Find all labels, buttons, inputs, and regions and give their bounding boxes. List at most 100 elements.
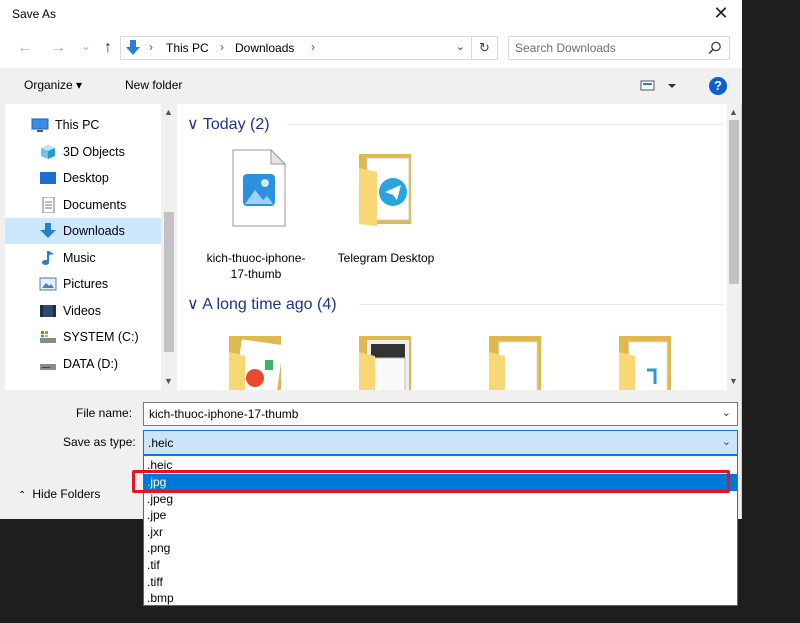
navigation-bar: ← → ⌄ ↑ › This PC › Downloads › ⌄ ↻ bbox=[0, 28, 742, 68]
type-option-jpe[interactable]: .jpe bbox=[144, 507, 737, 524]
sidebar-item-label: Videos bbox=[63, 304, 101, 318]
sidebar-item-label: Downloads bbox=[63, 224, 125, 238]
sidebar-item-3d-objects[interactable]: 3D Objects bbox=[5, 139, 161, 165]
telegram-folder-icon bbox=[359, 154, 411, 226]
save-as-dialog: Save As ✕ ← → ⌄ ↑ › This PC › Downloads … bbox=[0, 0, 742, 519]
group-header-today[interactable]: ∨ Today (2) bbox=[187, 114, 727, 134]
sidebar-item-data-drive[interactable]: DATA (D:) bbox=[5, 351, 161, 377]
cube-icon bbox=[41, 145, 55, 159]
system-drive-icon bbox=[40, 331, 56, 343]
file-list: ∨ Today (2) kich-thuoc-iphone-17-thumb T… bbox=[181, 104, 725, 390]
scroll-up-icon[interactable]: ▲ bbox=[729, 107, 738, 117]
address-bar[interactable]: › This PC › Downloads › ⌄ ↻ bbox=[120, 36, 498, 60]
file-name: kich-thuoc-iphone-17-thumb bbox=[206, 251, 306, 281]
sidebar-item-documents[interactable]: Documents bbox=[5, 192, 161, 218]
sidebar-item-label: Music bbox=[63, 251, 96, 265]
type-option-tif[interactable]: .tif bbox=[144, 557, 737, 574]
type-option-tiff[interactable]: .tiff bbox=[144, 574, 737, 591]
breadcrumb-downloads[interactable]: Downloads bbox=[235, 41, 294, 55]
breadcrumb-separator: › bbox=[220, 40, 224, 54]
type-option-jpeg[interactable]: .jpeg bbox=[144, 491, 737, 508]
hide-folders-button[interactable]: ⌃ Hide Folders bbox=[18, 487, 100, 501]
sidebar-item-label: 3D Objects bbox=[63, 145, 125, 159]
folder-name: Telegram Desktop bbox=[337, 251, 435, 265]
scroll-down-icon[interactable]: ▼ bbox=[164, 376, 173, 386]
download-icon bbox=[40, 223, 56, 238]
save-as-type-label: Save as type: bbox=[63, 435, 136, 449]
type-option-bmp[interactable]: .bmp bbox=[144, 590, 737, 607]
hide-folders-label: Hide Folders bbox=[32, 487, 101, 501]
chevron-down-icon: ∨ bbox=[187, 296, 199, 313]
folder-item[interactable] bbox=[331, 330, 441, 390]
chevron-down-icon[interactable]: ⌄ bbox=[722, 435, 731, 448]
sidebar-item-music[interactable]: Music bbox=[5, 245, 161, 271]
search-icon[interactable] bbox=[707, 40, 723, 56]
save-as-type-value: .heic bbox=[148, 436, 174, 450]
command-toolbar: Organize ▾ New folder ? bbox=[0, 68, 742, 104]
download-arrow-icon bbox=[126, 40, 140, 55]
sidebar-item-this-pc[interactable]: This PC bbox=[5, 112, 161, 138]
drive-icon bbox=[40, 364, 56, 370]
pictures-icon bbox=[39, 277, 57, 291]
new-folder-button[interactable]: New folder bbox=[125, 78, 182, 92]
file-name-value[interactable]: kich-thuoc-iphone-17-thumb bbox=[149, 407, 298, 421]
change-view-icon[interactable] bbox=[640, 79, 680, 93]
window-title: Save As bbox=[12, 7, 57, 21]
scroll-up-icon[interactable]: ▲ bbox=[164, 107, 173, 117]
help-icon[interactable]: ? bbox=[709, 77, 727, 95]
up-icon[interactable]: ↑ bbox=[98, 38, 118, 58]
folder-item[interactable] bbox=[591, 330, 701, 390]
scroll-down-icon[interactable]: ▼ bbox=[729, 376, 738, 386]
back-icon[interactable]: ← bbox=[15, 38, 35, 58]
breadcrumb-this-pc[interactable]: This PC bbox=[166, 41, 209, 55]
folder-item[interactable]: Telegram Desktop bbox=[331, 148, 441, 288]
address-dropdown-icon[interactable]: ⌄ bbox=[456, 40, 465, 53]
sidebar-item-label: Desktop bbox=[63, 171, 109, 185]
sidebar-item-videos[interactable]: Videos bbox=[5, 298, 161, 324]
sidebar-scroll-thumb[interactable] bbox=[164, 212, 174, 352]
file-list-scrollbar[interactable]: ▲ ▼ bbox=[727, 104, 741, 390]
breadcrumb-separator: › bbox=[149, 40, 153, 54]
music-icon bbox=[42, 251, 54, 265]
search-input[interactable] bbox=[515, 40, 695, 56]
search-box bbox=[508, 36, 730, 60]
pc-icon bbox=[31, 118, 49, 132]
folder-icon bbox=[229, 336, 284, 390]
breadcrumb-separator: › bbox=[311, 40, 315, 54]
folder-icon bbox=[359, 336, 411, 390]
sidebar-item-desktop[interactable]: Desktop bbox=[5, 165, 161, 191]
forward-icon[interactable]: → bbox=[48, 38, 68, 58]
sidebar-item-system-drive[interactable]: SYSTEM (C:) bbox=[5, 324, 161, 350]
close-icon[interactable]: ✕ bbox=[706, 2, 736, 26]
sidebar-item-label: DATA (D:) bbox=[63, 357, 119, 371]
type-option-png[interactable]: .png bbox=[144, 540, 737, 557]
browser-pane: This PC 3D Objects Desktop Documents Dow… bbox=[5, 104, 741, 390]
group-header-long-time-ago[interactable]: ∨ A long time ago (4) bbox=[187, 294, 727, 314]
sidebar-item-label: Documents bbox=[63, 198, 127, 212]
annotation-highlight-box bbox=[132, 470, 730, 493]
folder-item[interactable] bbox=[201, 330, 311, 390]
folder-item[interactable] bbox=[461, 330, 571, 390]
sidebar-item-label: This PC bbox=[55, 118, 100, 132]
file-item[interactable]: kich-thuoc-iphone-17-thumb bbox=[201, 148, 311, 288]
chevron-down-icon[interactable]: ⌄ bbox=[722, 406, 731, 419]
recent-locations-icon[interactable]: ⌄ bbox=[76, 36, 96, 56]
sidebar-item-label: SYSTEM (C:) bbox=[63, 330, 139, 344]
group-divider bbox=[287, 124, 723, 125]
title-bar: Save As ✕ bbox=[0, 0, 742, 28]
save-as-type-select[interactable]: .heic ⌄ bbox=[143, 430, 738, 455]
sidebar-item-downloads[interactable]: Downloads bbox=[5, 218, 161, 244]
chevron-up-icon: ⌃ bbox=[18, 490, 27, 501]
file-name-combobox[interactable]: kich-thuoc-iphone-17-thumb ⌄ bbox=[143, 402, 738, 426]
type-option-jxr[interactable]: .jxr bbox=[144, 524, 737, 541]
sidebar-item-label: Pictures bbox=[63, 277, 109, 291]
sidebar-item-pictures[interactable]: Pictures bbox=[5, 271, 161, 297]
refresh-icon[interactable]: ↻ bbox=[471, 37, 497, 59]
file-list-scroll-thumb[interactable] bbox=[729, 120, 739, 284]
organize-button[interactable]: Organize ▾ bbox=[24, 78, 82, 92]
sidebar-scrollbar[interactable]: ▲ ▼ bbox=[161, 104, 177, 390]
navigation-pane: This PC 3D Objects Desktop Documents Dow… bbox=[5, 104, 177, 390]
chevron-down-icon: ∨ bbox=[187, 116, 199, 133]
folder-icon bbox=[489, 336, 541, 390]
group-divider bbox=[359, 304, 723, 305]
